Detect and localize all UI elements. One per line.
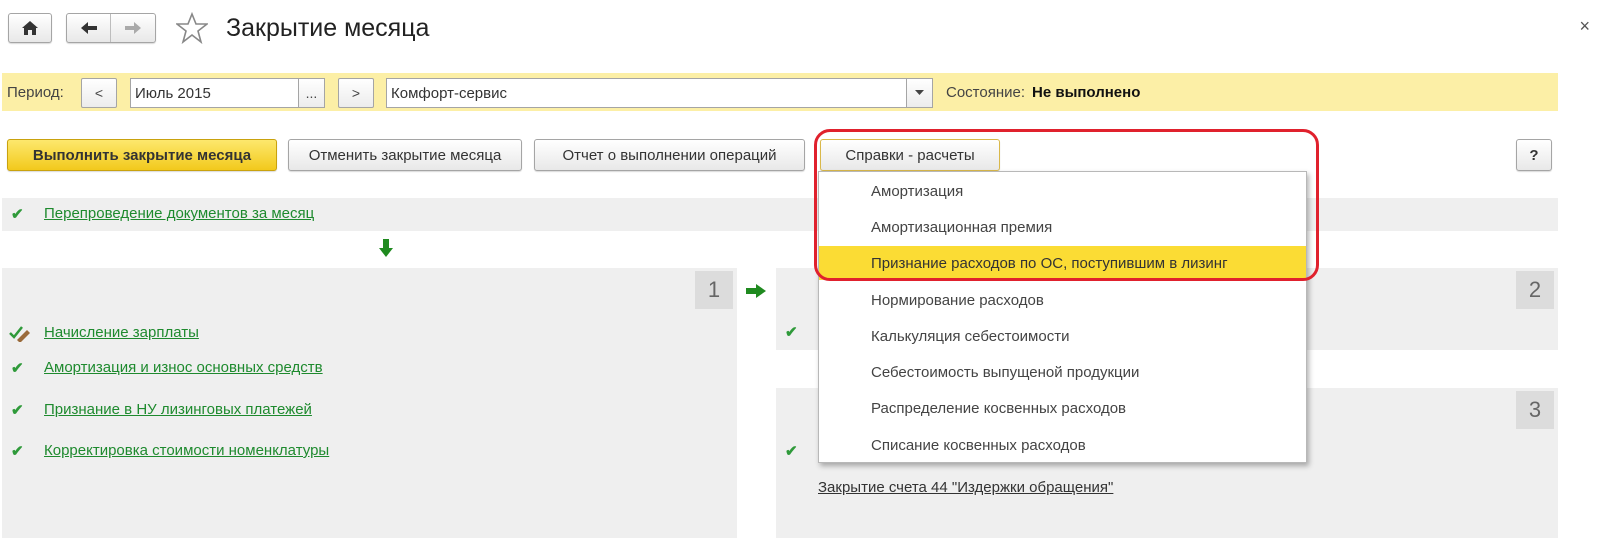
reposting-documents-link[interactable]: Перепроведение документов за месяц [44,205,314,222]
close-icon[interactable]: × [1579,16,1590,37]
organization-input[interactable]: Комфорт-сервис [386,78,908,108]
menu-item-amortization[interactable]: Амортизация [819,174,1306,208]
home-icon [22,21,38,35]
close-account-44-link[interactable]: Закрытие счета 44 "Издержки обращения" [818,479,1113,496]
step-number-1: 1 [695,271,733,309]
menu-item-leasing-expenses[interactable]: Признание расходов по ОС, поступившим в … [819,246,1306,280]
menu-item-expense-rationing[interactable]: Нормирование расходов [819,283,1306,317]
period-next-button[interactable]: > [338,78,374,108]
period-select-button[interactable]: ... [298,78,325,108]
help-button[interactable]: ? [1516,139,1552,171]
organization-dropdown-button[interactable] [906,78,933,108]
check-icon: ✔ [11,443,24,460]
menu-item-indirect-distribution[interactable]: Распределение косвенных расходов [819,391,1306,425]
favorite-star-icon[interactable] [174,11,210,49]
menu-item-indirect-writeoff[interactable]: Списание косвенных расходов [819,428,1306,462]
check-edit-icon [9,324,31,347]
payroll-link[interactable]: Начисление зарплаты [44,324,199,341]
history-nav [66,13,156,43]
page-title: Закрытие месяца [226,14,430,42]
operations-report-button[interactable]: Отчет о выполнении операций [534,139,805,171]
cost-adjustment-link[interactable]: Корректировка стоимости номенклатуры [44,442,329,459]
menu-item-amortization-bonus[interactable]: Амортизационная премия [819,210,1306,244]
step-number-3: 3 [1516,391,1554,429]
execute-close-month-button[interactable]: Выполнить закрытие месяца [7,139,277,171]
menu-item-cost-calculation[interactable]: Калькуляция себестоимости [819,319,1306,353]
home-button[interactable] [8,13,52,43]
check-icon: ✔ [785,324,798,341]
period-label: Период: [7,84,64,101]
menu-item-production-cost[interactable]: Себестоимость выпущеной продукции [819,355,1306,389]
arrow-right-icon [125,22,141,34]
forward-button[interactable] [111,14,155,42]
step-number-2: 2 [1516,271,1554,309]
back-button[interactable] [67,14,111,42]
period-prev-button[interactable]: < [81,78,117,108]
depreciation-link[interactable]: Амортизация и износ основных средств [44,359,323,376]
check-icon: ✔ [11,206,24,223]
leasing-payments-link[interactable]: Признание в НУ лизинговых платежей [44,401,312,418]
calculations-dropdown-menu: Амортизация Амортизационная премия Призн… [818,171,1307,463]
check-icon: ✔ [11,402,24,419]
calculations-menu-button[interactable]: Справки - расчеты [820,139,1000,171]
check-icon: ✔ [11,360,24,377]
arrow-left-icon [80,22,97,34]
state-label: Состояние: [946,84,1026,101]
arrow-right-green-icon [746,284,766,298]
chevron-down-icon [915,90,924,95]
cancel-close-month-button[interactable]: Отменить закрытие месяца [288,139,522,171]
check-icon: ✔ [785,443,798,460]
arrow-down-icon [379,239,393,257]
state-value: Не выполнено [1032,84,1141,101]
period-input[interactable]: Июль 2015 [130,78,300,108]
